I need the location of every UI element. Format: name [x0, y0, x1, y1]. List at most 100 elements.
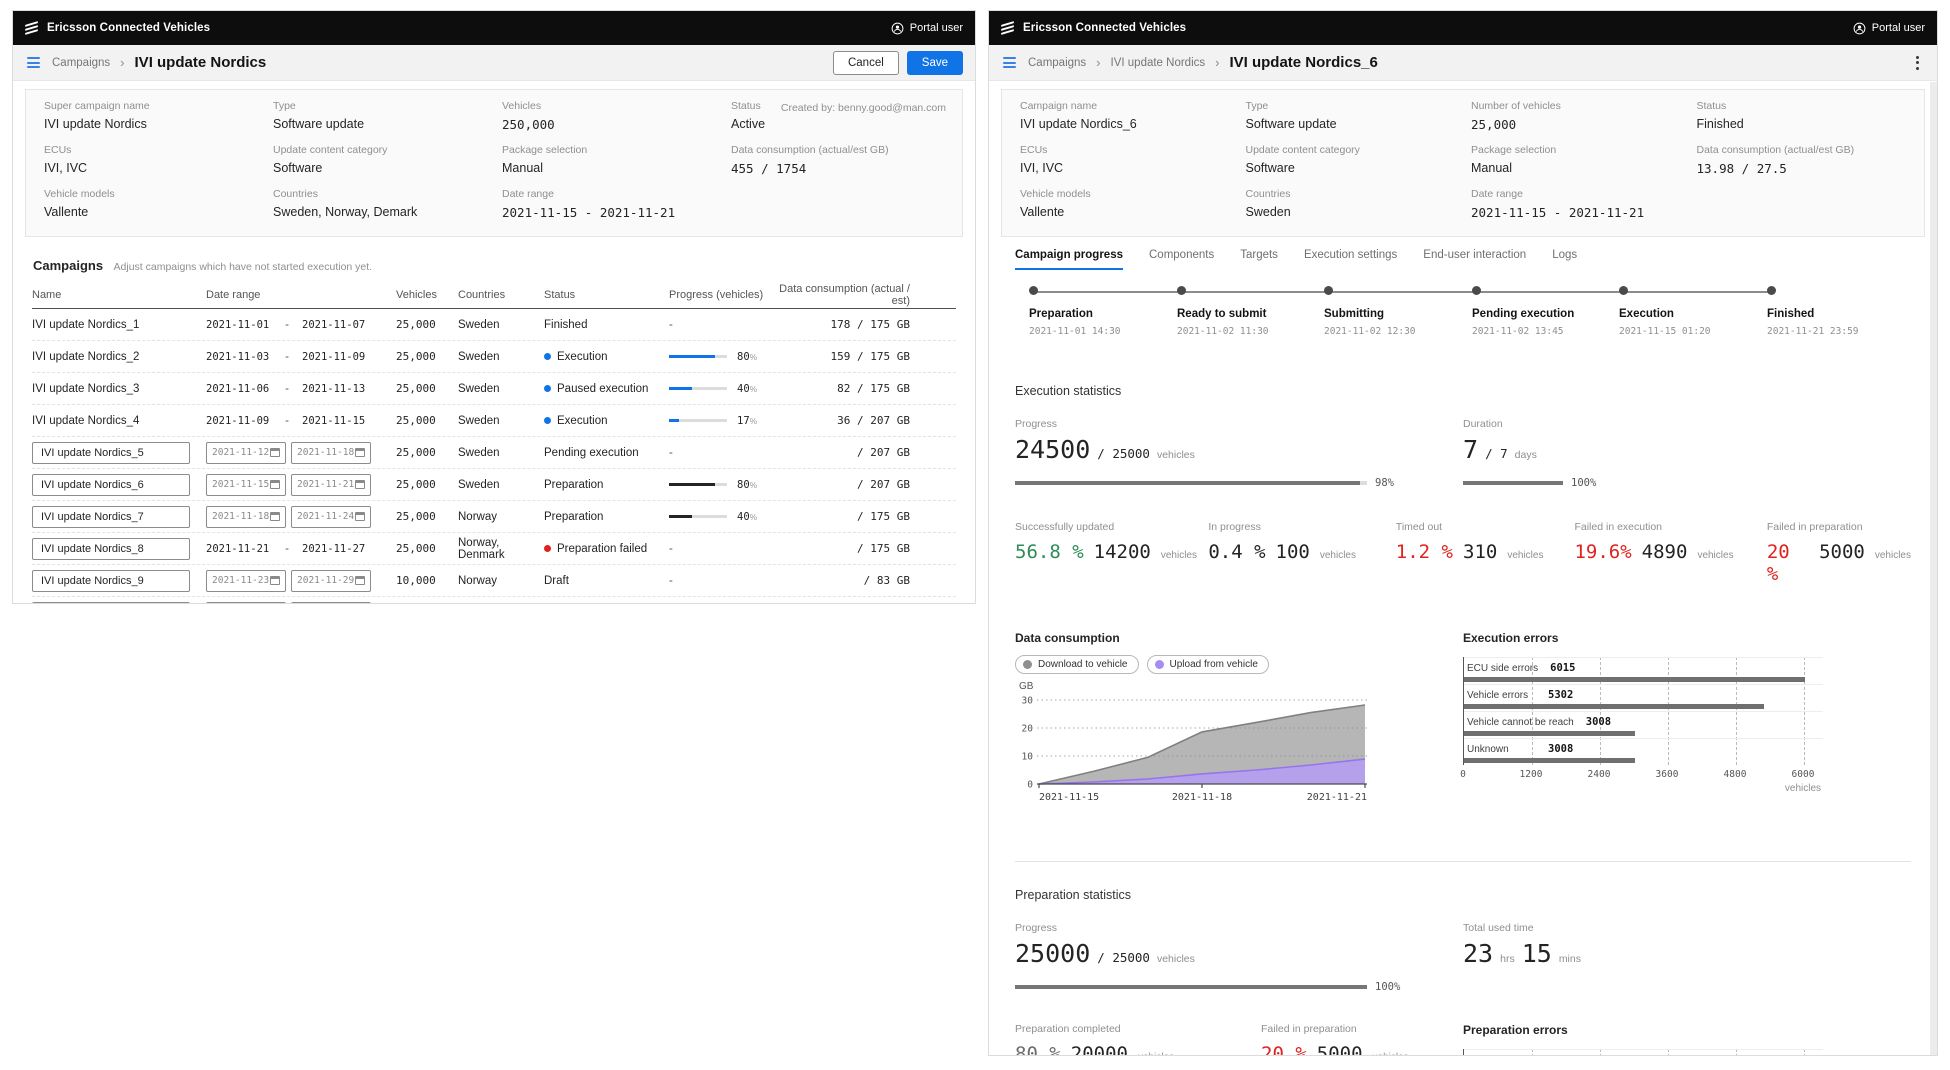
tab-execution-settings[interactable]: Execution settings — [1304, 249, 1397, 270]
progress-bar — [669, 515, 727, 518]
date-start-picker[interactable] — [206, 474, 286, 496]
campaign-name-input[interactable] — [32, 506, 190, 528]
portal-user-menu[interactable]: Portal user — [891, 22, 963, 35]
campaign-edit-window: Ericsson Connected Vehicles Portal user … — [12, 10, 976, 604]
tab-logs[interactable]: Logs — [1552, 249, 1577, 270]
progress-value: 25000 — [1015, 939, 1090, 968]
date-end-picker[interactable] — [291, 506, 371, 528]
portal-user-label: Portal user — [1872, 22, 1925, 34]
progress-empty: - — [669, 543, 776, 555]
legend-chip[interactable]: Download to vehicle — [1015, 655, 1139, 674]
progress-percent: 40 — [737, 383, 750, 395]
calendar-icon[interactable] — [270, 576, 280, 585]
campaign-name-input[interactable] — [32, 602, 190, 605]
calendar-icon[interactable] — [270, 480, 280, 489]
more-options-icon[interactable] — [1910, 52, 1925, 74]
bar-value: 5302 — [1548, 689, 1573, 701]
step-execution: Execution2021-11-15 01:20 — [1619, 286, 1764, 337]
date-start-picker[interactable] — [206, 506, 286, 528]
tab-targets[interactable]: Targets — [1240, 249, 1278, 270]
date-end-input[interactable] — [297, 575, 355, 586]
calendar-icon[interactable] — [355, 576, 365, 585]
countries: Sweden — [458, 415, 544, 427]
date-start-picker[interactable] — [206, 442, 286, 464]
progress-empty: - — [669, 319, 776, 331]
execution-progress-block: Progress 24500 / 25000 vehicles 98% — [1015, 418, 1463, 489]
tab-end-user-interaction[interactable]: End-user interaction — [1423, 249, 1526, 270]
bar-row: ECU side errors6015 — [1464, 657, 1823, 684]
status: Execution — [557, 415, 608, 427]
step-dot — [1472, 286, 1481, 295]
calendar-icon[interactable] — [270, 448, 280, 457]
menu-icon[interactable] — [25, 55, 42, 70]
table-row: IVI update Nordics_2 2021-11-03-2021-11-… — [32, 341, 956, 373]
breadcrumb-campaigns[interactable]: Campaigns — [52, 57, 110, 69]
campaign-name: IVI update Nordics_3 — [32, 383, 206, 395]
vertical-scrollbar[interactable] — [1930, 82, 1937, 1055]
step-ready-to-submit: Ready to submit2021-11-02 11:30 — [1177, 286, 1322, 337]
bar-value: 6015 — [1550, 1054, 1575, 1056]
legend-dot-icon — [1023, 660, 1032, 669]
countries: Sweden — [458, 351, 544, 363]
menu-icon[interactable] — [1001, 55, 1018, 70]
date-end-picker[interactable] — [291, 570, 371, 592]
field-data-consumption: Data consumption (actual/est GB)455 / 17… — [723, 144, 952, 176]
bar-value: 3008 — [1586, 716, 1611, 728]
breadcrumb-super-campaign[interactable]: IVI update Nordics — [1111, 57, 1206, 69]
date-start-picker[interactable] — [206, 570, 286, 592]
date-end-picker[interactable] — [291, 442, 371, 464]
breadcrumb-campaigns[interactable]: Campaigns — [1028, 57, 1086, 69]
date-end-input[interactable] — [297, 479, 355, 490]
campaign-name-input[interactable] — [32, 474, 190, 496]
portal-user-menu[interactable]: Portal user — [1853, 22, 1925, 35]
date-start-input[interactable] — [212, 511, 270, 522]
save-button[interactable]: Save — [907, 51, 963, 75]
field-date-range: Date range2021-11-15 - 2021-11-21 — [1463, 188, 1689, 220]
calendar-icon[interactable] — [355, 448, 365, 457]
countries: Sweden — [458, 447, 544, 459]
calendar-icon[interactable] — [355, 512, 365, 521]
campaign-name-input[interactable] — [32, 570, 190, 592]
progress-empty: - — [669, 575, 776, 587]
x-tick-label: 1200 — [1520, 769, 1543, 780]
calendar-icon[interactable] — [270, 512, 280, 521]
progress-empty: - — [669, 447, 776, 459]
created-by: Created by: benny.good@man.com — [781, 102, 946, 114]
tab-components[interactable]: Components — [1149, 249, 1214, 270]
col-name: Name — [32, 289, 206, 301]
preparation-errors-chart: Preparation errorsECU side errors6015Veh… — [1463, 1023, 1911, 1056]
date-end-input[interactable] — [297, 447, 355, 458]
date-end-picker[interactable] — [291, 602, 371, 605]
breadcrumb: Campaigns › IVI update Nordics › IVI upd… — [989, 45, 1937, 81]
date-start-input[interactable] — [212, 575, 270, 586]
y-tick-label: 30 — [1022, 696, 1034, 707]
stat-in-progress: In progress0.4 %100vehicles — [1208, 521, 1395, 585]
ericsson-logo-icon — [25, 22, 38, 33]
x-tick-label: 2021-11-21 — [1307, 792, 1367, 803]
tab-campaign-progress[interactable]: Campaign progress — [1015, 249, 1123, 270]
col-progress: Progress (vehicles) — [669, 289, 776, 301]
legend-chip[interactable]: Upload from vehicle — [1147, 655, 1269, 674]
date-end-input[interactable] — [297, 511, 355, 522]
brand: Ericsson Connected Vehicles — [1001, 22, 1186, 34]
app-title: Ericsson Connected Vehicles — [47, 22, 210, 34]
date-start-input[interactable] — [212, 447, 270, 458]
calendar-icon[interactable] — [355, 480, 365, 489]
campaign-name-input[interactable] — [32, 538, 190, 560]
step-submitting: Submitting2021-11-02 12:30 — [1324, 286, 1469, 337]
date-start-picker[interactable] — [206, 602, 286, 605]
date-end-picker[interactable] — [291, 474, 371, 496]
table-row: IVI update Nordics_3 2021-11-06-2021-11-… — [32, 373, 956, 405]
field-status: StatusFinished — [1689, 100, 1915, 132]
brand: Ericsson Connected Vehicles — [25, 22, 210, 34]
campaign-name-input[interactable] — [32, 442, 190, 464]
cancel-button[interactable]: Cancel — [833, 51, 899, 75]
bar-row: Vehicle cannot be reach3008 — [1464, 711, 1823, 738]
field-number-of-vehicles: Number of vehicles25,000 — [1463, 100, 1689, 132]
step-dot — [1619, 286, 1628, 295]
bar-label: Unknown — [1464, 741, 1536, 755]
status: Draft — [544, 575, 669, 587]
table-row: 25,000 Sweden Preparation 80% / 207 GB — [32, 469, 956, 501]
date-start-input[interactable] — [212, 479, 270, 490]
field-date-range: Date range2021-11-15 - 2021-11-21 — [494, 188, 723, 220]
